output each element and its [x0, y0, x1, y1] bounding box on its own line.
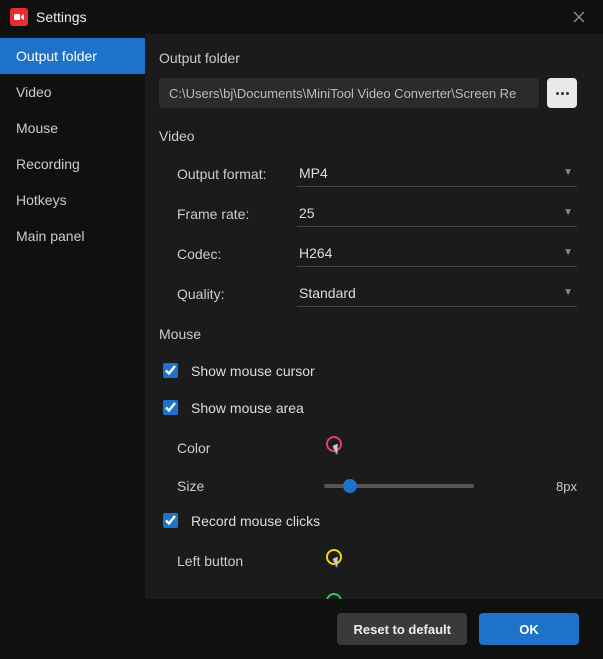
sidebar-item-video[interactable]: Video — [0, 74, 145, 110]
output-format-select[interactable]: MP4 ▼ — [297, 161, 577, 187]
quality-select[interactable]: Standard ▼ — [297, 281, 577, 307]
record-mouse-clicks-label: Record mouse clicks — [191, 513, 320, 529]
title-bar: Settings — [0, 0, 603, 34]
section-output-folder: Output folder — [159, 50, 577, 66]
close-icon — [573, 11, 585, 23]
close-button[interactable] — [565, 3, 593, 31]
mouse-area-color-label: Color — [177, 440, 322, 456]
codec-label: Codec: — [177, 246, 297, 262]
middle-button-label: Middle button — [177, 597, 322, 599]
sidebar-item-output-folder[interactable]: Output folder — [0, 38, 145, 74]
section-mouse: Mouse — [159, 326, 577, 342]
quality-label: Quality: — [177, 286, 297, 302]
footer: Reset to default OK — [0, 599, 603, 659]
middle-button-color-picker[interactable] — [322, 591, 350, 599]
section-video: Video — [159, 128, 577, 144]
frame-rate-label: Frame rate: — [177, 206, 297, 222]
frame-rate-select[interactable]: 25 ▼ — [297, 201, 577, 227]
mouse-area-size-slider[interactable] — [324, 484, 474, 488]
show-mouse-area-checkbox[interactable] — [163, 400, 178, 415]
left-button-label: Left button — [177, 553, 322, 569]
browse-button[interactable] — [547, 78, 577, 108]
show-mouse-cursor-checkbox[interactable] — [163, 363, 178, 378]
output-format-label: Output format: — [177, 166, 297, 182]
ellipsis-icon — [556, 92, 569, 95]
codec-select[interactable]: H264 ▼ — [297, 241, 577, 267]
sidebar: Output folder Video Mouse Recording Hotk… — [0, 34, 145, 599]
mouse-area-color-picker[interactable] — [322, 434, 350, 462]
output-folder-input[interactable] — [159, 78, 539, 108]
sidebar-item-main-panel[interactable]: Main panel — [0, 218, 145, 254]
sidebar-item-mouse[interactable]: Mouse — [0, 110, 145, 146]
chevron-down-icon: ▼ — [563, 247, 573, 258]
window-title: Settings — [36, 9, 87, 25]
show-mouse-cursor-label: Show mouse cursor — [191, 363, 315, 379]
left-button-color-picker[interactable] — [322, 547, 350, 575]
content-panel: Output folder Video Output format: MP4 ▼… — [145, 34, 603, 599]
sidebar-item-recording[interactable]: Recording — [0, 146, 145, 182]
reset-to-default-button[interactable]: Reset to default — [337, 613, 467, 645]
mouse-area-size-label: Size — [177, 478, 312, 494]
chevron-down-icon: ▼ — [563, 167, 573, 178]
sidebar-item-hotkeys[interactable]: Hotkeys — [0, 182, 145, 218]
ok-button[interactable]: OK — [479, 613, 579, 645]
chevron-down-icon: ▼ — [563, 207, 573, 218]
show-mouse-area-label: Show mouse area — [191, 400, 304, 416]
app-icon — [10, 8, 28, 26]
record-mouse-clicks-checkbox[interactable] — [163, 513, 178, 528]
chevron-down-icon: ▼ — [563, 287, 573, 298]
mouse-area-size-value: 8px — [527, 479, 577, 494]
